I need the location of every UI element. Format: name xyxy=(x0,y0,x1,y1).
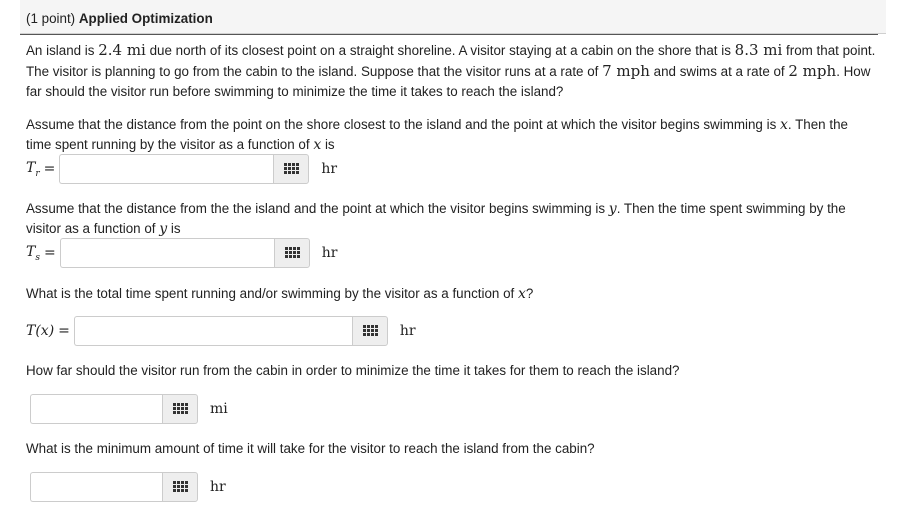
question-run-distance: How far should the visitor run from the … xyxy=(26,361,876,381)
statement-text: and swims at a rate of xyxy=(649,64,789,79)
grid-icon xyxy=(173,481,188,493)
island-distance: 2.4 mi xyxy=(98,41,146,59)
question-swimming-time: Assume that the distance from the the is… xyxy=(26,199,876,239)
variable-y: y xyxy=(159,221,168,237)
swim-rate: 2 mph xyxy=(788,62,837,80)
problem-header: (1 point) Applied Optimization xyxy=(20,0,886,34)
question-text: Assume that the distance from the point … xyxy=(26,117,780,132)
question-total-time: What is the total time spent running and… xyxy=(26,284,876,304)
answer-label: T(x) xyxy=(26,323,55,339)
minimum-time-input[interactable] xyxy=(30,472,162,502)
unit-label: hr xyxy=(321,161,338,177)
answer-row-running-time: Tr = hr xyxy=(26,154,337,184)
problem-statement: An island is 2.4 mi due north of its clo… xyxy=(26,40,876,102)
equation-editor-button[interactable] xyxy=(162,472,198,502)
run-distance-input[interactable] xyxy=(30,394,162,424)
grid-icon xyxy=(284,163,300,175)
header-divider xyxy=(20,34,878,35)
equals-sign: = xyxy=(43,161,56,177)
answer-row-swimming-time: Ts = hr xyxy=(26,238,337,268)
variable-x: x xyxy=(780,117,788,133)
equation-editor-button[interactable] xyxy=(162,394,198,424)
grid-icon xyxy=(284,247,300,259)
running-time-input[interactable] xyxy=(59,154,274,184)
equation-editor-button[interactable] xyxy=(351,316,388,346)
unit-label: hr xyxy=(399,323,416,339)
problem-title: (1 point) Applied Optimization xyxy=(26,11,213,26)
equals-sign: = xyxy=(43,245,56,261)
answer-label: Tr xyxy=(26,159,40,179)
answer-group xyxy=(59,154,310,184)
grid-icon xyxy=(362,325,378,337)
cabin-distance: 8.3 mi xyxy=(734,41,783,59)
unit-label: hr xyxy=(210,479,226,495)
run-rate: 7 mph xyxy=(602,62,650,80)
question-text: ? xyxy=(525,286,534,301)
answer-row-total-time: T(x) = hr xyxy=(26,316,416,346)
unit-label: mi xyxy=(210,401,228,417)
statement-text: An island is xyxy=(26,43,99,58)
answer-label: Ts xyxy=(26,243,40,263)
problem-heading: Applied Optimization xyxy=(78,11,213,26)
points-label: (1 point) xyxy=(26,11,76,26)
grid-icon xyxy=(173,403,188,415)
answer-group xyxy=(59,238,310,268)
answer-group xyxy=(30,394,198,424)
statement-text: due north of its closest point on a stra… xyxy=(145,43,735,58)
answer-row-run-distance: mi xyxy=(30,394,228,424)
question-text: is xyxy=(321,137,335,152)
variable-y: y xyxy=(608,201,617,217)
total-time-input[interactable] xyxy=(73,316,352,346)
question-text: What is the total time spent running and… xyxy=(26,286,518,301)
equation-editor-button[interactable] xyxy=(273,154,310,184)
question-text: Assume that the distance from the the is… xyxy=(26,201,609,216)
question-text: is xyxy=(167,221,181,236)
variable-x: x xyxy=(517,286,526,302)
swimming-time-input[interactable] xyxy=(59,238,274,268)
unit-label: hr xyxy=(321,245,338,261)
equation-editor-button[interactable] xyxy=(273,238,310,268)
answer-row-minimum-time: hr xyxy=(30,472,226,502)
question-minimum-time: What is the minimum amount of time it wi… xyxy=(26,439,876,459)
question-text: What is the minimum amount of time it wi… xyxy=(26,441,595,456)
question-text: How far should the visitor run from the … xyxy=(26,363,680,378)
equals-sign: = xyxy=(58,323,70,339)
answer-group xyxy=(73,316,388,346)
answer-group xyxy=(30,472,198,502)
question-running-time: Assume that the distance from the point … xyxy=(26,115,876,155)
